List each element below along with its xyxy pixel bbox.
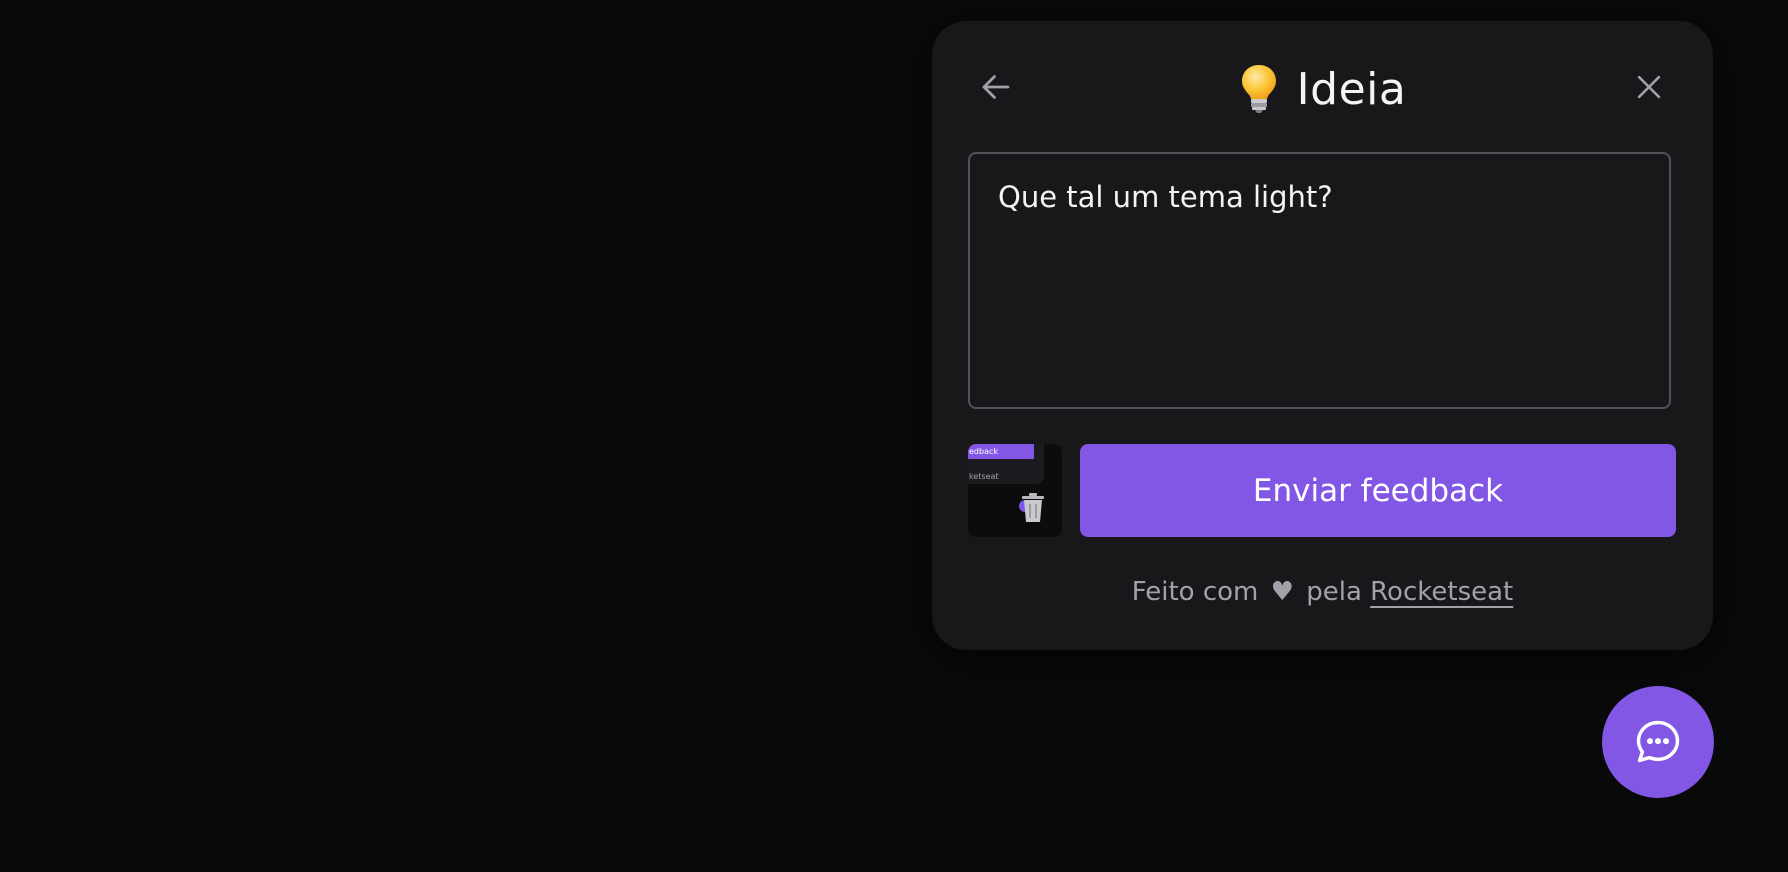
lightbulb-icon bbox=[1241, 65, 1276, 113]
footer: Feito com ♥ pela Rocketseat bbox=[932, 577, 1713, 607]
screenshot-thumb-bar: edback bbox=[968, 444, 1034, 459]
chat-bubble-icon bbox=[1636, 720, 1680, 763]
widget-header: Ideia bbox=[932, 61, 1713, 117]
rocketseat-link[interactable]: Rocketseat bbox=[1370, 577, 1513, 607]
heart-icon: ♥ bbox=[1270, 577, 1294, 607]
feedback-textarea[interactable]: Que tal um tema light? bbox=[968, 152, 1671, 409]
widget-title: Ideia bbox=[1296, 63, 1407, 115]
close-button[interactable] bbox=[1629, 67, 1669, 107]
trash-icon[interactable] bbox=[1018, 490, 1048, 524]
screenshot-thumb-bar-text: edback bbox=[969, 447, 999, 456]
screenshot-preview[interactable]: edback ketseat bbox=[968, 444, 1062, 537]
footer-middle: pela bbox=[1306, 577, 1362, 607]
footer-prefix: Feito com bbox=[1131, 577, 1259, 607]
feedback-widget: Ideia Que tal um tema light? edback kets… bbox=[932, 21, 1713, 650]
feedback-fab-button[interactable] bbox=[1602, 686, 1714, 798]
close-icon bbox=[1637, 75, 1661, 99]
screenshot-thumb-text: ketseat bbox=[969, 472, 999, 481]
submit-feedback-button[interactable]: Enviar feedback bbox=[1080, 444, 1676, 537]
